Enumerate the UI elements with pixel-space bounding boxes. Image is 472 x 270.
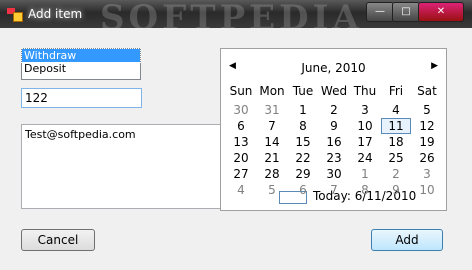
calendar-day[interactable]: 3 [411, 166, 443, 182]
app-icon [7, 8, 23, 22]
weekday-header: Thu [353, 84, 377, 98]
calendar-day[interactable]: 30 [225, 102, 257, 118]
calendar-day[interactable]: 18 [380, 134, 412, 150]
calendar-day[interactable]: 24 [349, 150, 381, 166]
close-button[interactable]: ✕ [418, 2, 464, 22]
calendar-day[interactable]: 3 [349, 102, 381, 118]
calendar-day[interactable]: 14 [256, 134, 288, 150]
calendar-day[interactable]: 4 [380, 102, 412, 118]
calendar-day[interactable]: 19 [411, 134, 443, 150]
calendar-day[interactable]: 7 [256, 118, 288, 134]
calendar-day[interactable]: 4 [225, 182, 257, 198]
calendar-day[interactable]: 9 [380, 182, 412, 198]
minimize-button[interactable]: — [366, 2, 394, 22]
memo-textarea[interactable]: Test@softpedia.com [21, 124, 232, 209]
calendar-day[interactable]: 23 [318, 150, 350, 166]
next-month-icon[interactable]: ▶ [431, 61, 438, 71]
calendar-day[interactable]: 21 [256, 150, 288, 166]
calendar-day[interactable]: 8 [349, 182, 381, 198]
amount-input[interactable]: 122 [21, 88, 142, 108]
cancel-button[interactable]: Cancel [21, 229, 95, 251]
maximize-button[interactable]: □ [392, 2, 420, 22]
calendar-day[interactable]: 12 [411, 118, 443, 134]
title-bar: SOFTPEDIA Add item — □ ✕ [0, 0, 472, 38]
add-button[interactable]: Add [371, 229, 443, 251]
calendar-day[interactable]: 8 [287, 118, 319, 134]
calendar-day[interactable]: 28 [256, 166, 288, 182]
calendar-day[interactable]: 29 [287, 166, 319, 182]
calendar-day[interactable]: 25 [380, 150, 412, 166]
calendar-day[interactable]: 6 [225, 118, 257, 134]
calendar-day[interactable]: 9 [318, 118, 350, 134]
calendar-day[interactable]: 30 [318, 166, 350, 182]
calendar-day[interactable]: 26 [411, 150, 443, 166]
calendar-day[interactable]: 17 [349, 134, 381, 150]
dialog-body: Withdraw Deposit 122 Test@softpedia.com … [5, 28, 467, 265]
calendar-day[interactable]: 16 [318, 134, 350, 150]
calendar-day[interactable]: 2 [318, 102, 350, 118]
calendar-day[interactable]: 31 [256, 102, 288, 118]
calendar-day[interactable]: 15 [287, 134, 319, 150]
calendar-day[interactable]: 10 [411, 182, 443, 198]
calendar-day[interactable]: 27 [225, 166, 257, 182]
weekday-header: Mon [259, 84, 285, 98]
calendar-day[interactable]: 6 [287, 182, 319, 198]
weekday-header: Wed [320, 84, 348, 98]
calendar-day[interactable]: 5 [256, 182, 288, 198]
calendar-day[interactable]: 5 [411, 102, 443, 118]
weekday-header: Fri [388, 84, 404, 98]
calendar-day[interactable]: 7 [318, 182, 350, 198]
calendar-day[interactable]: 2 [380, 166, 412, 182]
calendar-day[interactable]: 22 [287, 150, 319, 166]
window-title: Add item [28, 7, 83, 21]
calendar-day[interactable]: 10 [349, 118, 381, 134]
weekday-header: Sat [417, 84, 437, 98]
calendar-day[interactable]: 1 [287, 102, 319, 118]
calendar-day[interactable]: 1 [349, 166, 381, 182]
calendar-day[interactable]: 20 [225, 150, 257, 166]
listbox-item-deposit[interactable]: Deposit [22, 62, 140, 75]
weekday-header: Tue [292, 84, 314, 98]
calendar-month-title[interactable]: June, 2010 [221, 61, 446, 75]
type-listbox[interactable]: Withdraw Deposit [21, 48, 141, 80]
calendar-day[interactable]: 11 [381, 118, 411, 134]
listbox-item-withdraw[interactable]: Withdraw [21, 48, 141, 63]
month-calendar[interactable]: ◀ June, 2010 ▶ Today: 6/11/2010 Sun Mon Tu… [220, 48, 447, 211]
weekday-header: Sun [229, 84, 253, 98]
calendar-day[interactable]: 13 [225, 134, 257, 150]
